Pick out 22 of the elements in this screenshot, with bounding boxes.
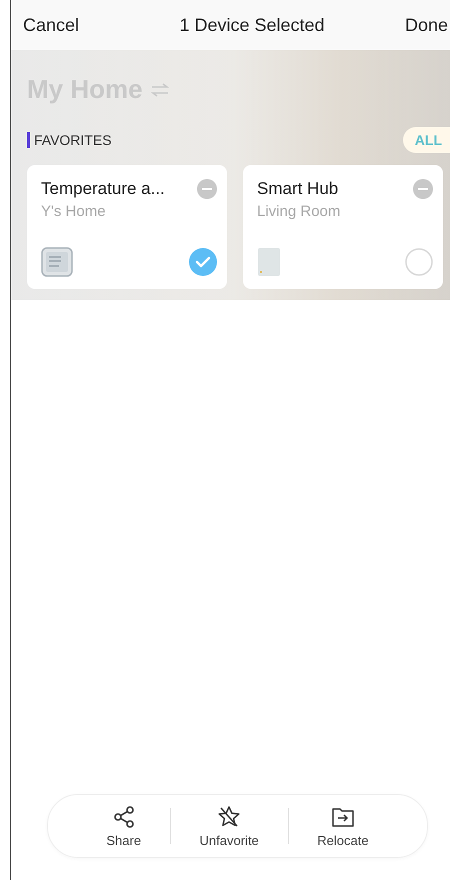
checked-circle-icon[interactable]: [189, 248, 217, 276]
device-room: Living Room: [257, 203, 340, 220]
screen-title: 1 Device Selected: [179, 14, 325, 36]
unchecked-circle-icon[interactable]: [405, 248, 433, 276]
device-name: Temperature a...: [41, 179, 165, 199]
share-icon: [112, 804, 136, 828]
hub-icon: [257, 247, 281, 277]
crossed-star-icon: [217, 804, 242, 828]
unfavorite-button[interactable]: Unfavorite: [192, 804, 267, 848]
device-card[interactable]: Smart Hub Living Room: [243, 165, 443, 289]
relocate-button[interactable]: Relocate: [309, 804, 377, 848]
device-room: Y's Home: [41, 203, 107, 220]
share-button[interactable]: Share: [98, 804, 150, 848]
section-label: FAVORITES: [27, 132, 112, 148]
sensor-display-icon: [41, 247, 73, 277]
device-name: Smart Hub: [257, 179, 340, 199]
done-button[interactable]: Done: [404, 14, 448, 36]
cancel-button[interactable]: Cancel: [23, 14, 80, 36]
remove-icon[interactable]: [413, 179, 433, 199]
device-card[interactable]: Temperature a... Y's Home: [27, 165, 227, 289]
swap-icon[interactable]: [150, 82, 169, 96]
remove-icon[interactable]: [197, 179, 217, 199]
